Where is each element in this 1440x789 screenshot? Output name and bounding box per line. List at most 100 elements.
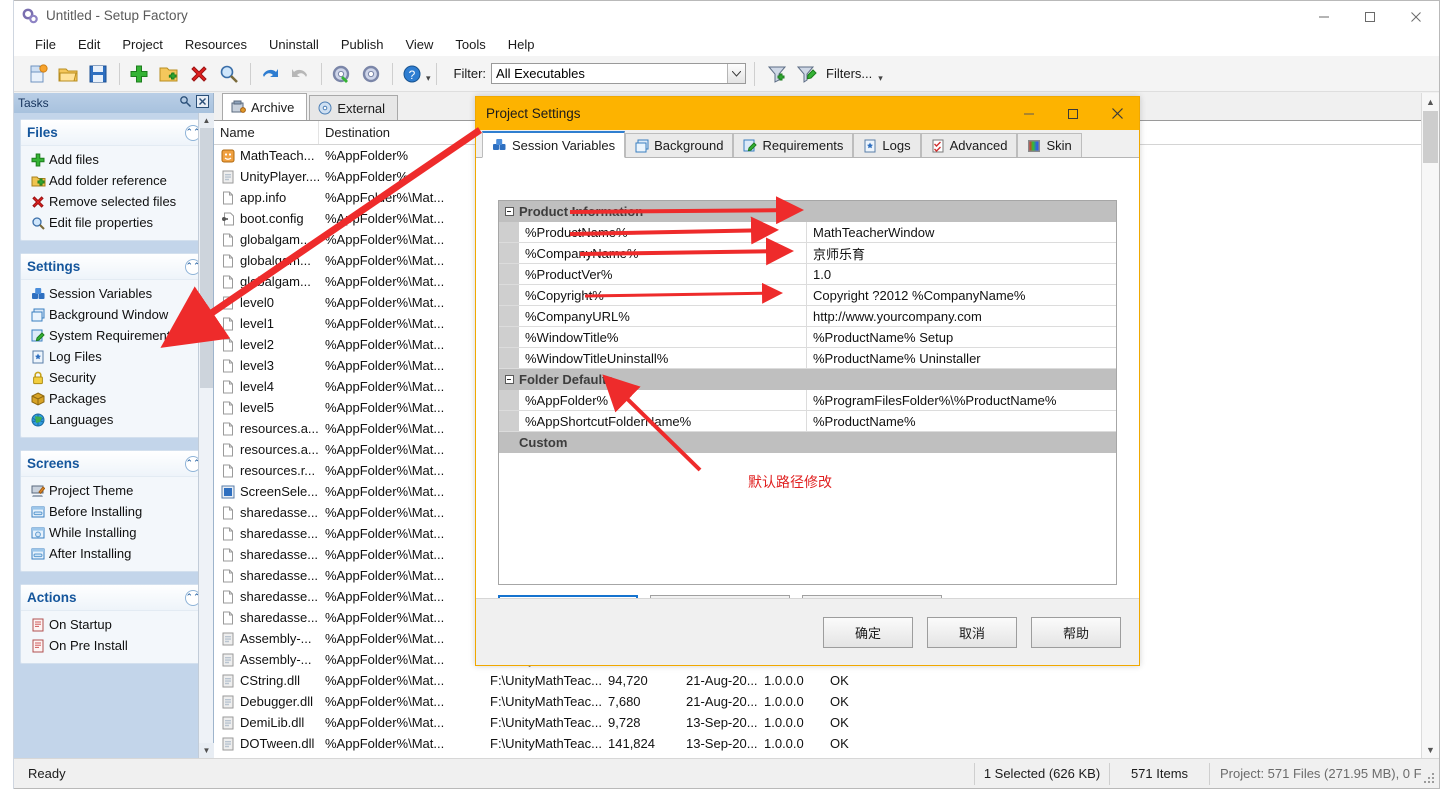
task-item-background-window[interactable]: Background Window <box>27 305 205 325</box>
task-group-screens-header[interactable]: Screens ⌃⌃ <box>21 451 207 477</box>
task-item-add-folder-reference[interactable]: Add folder reference <box>27 171 205 191</box>
variable-row[interactable]: %WindowTitle% %ProductName% Setup <box>499 327 1116 348</box>
variable-value[interactable]: 1.0 <box>807 264 1116 284</box>
main-vertical-scrollbar[interactable]: ▲ ▼ <box>1421 93 1439 758</box>
variable-group-header[interactable]: – Product Information <box>499 201 1116 222</box>
help-button[interactable]: 帮助 <box>1031 616 1121 648</box>
menu-resources[interactable]: Resources <box>174 34 258 55</box>
variable-value[interactable]: %ProductName% Setup <box>807 327 1116 347</box>
variable-row[interactable]: %ProductName% MathTeacherWindow <box>499 222 1116 243</box>
variable-row[interactable]: %WindowTitleUninstall% %ProductName% Unin… <box>499 348 1116 369</box>
task-item-on-startup[interactable]: On Startup <box>27 615 205 635</box>
tab-skin[interactable]: Skin <box>1017 133 1082 157</box>
window-close-button[interactable] <box>1393 1 1439 32</box>
task-item-while-installing[interactable]: While Installing <box>27 523 205 543</box>
dialog-close-button[interactable] <box>1095 97 1139 130</box>
variable-value[interactable]: %ProductName% <box>807 411 1116 431</box>
task-item-edit-file-properties[interactable]: Edit file properties <box>27 213 205 233</box>
close-icon[interactable] <box>196 95 209 111</box>
collapse-toggle-icon[interactable]: – <box>499 207 519 216</box>
task-group-files-header[interactable]: Files ⌃⌃ <box>21 120 207 146</box>
filter-combobox[interactable]: All Executables <box>491 63 747 84</box>
help-icon[interactable]: ? <box>398 60 426 88</box>
tab-logs[interactable]: Logs <box>853 133 921 157</box>
task-item-add-files[interactable]: Add files <box>27 150 205 170</box>
remove-icon[interactable] <box>185 60 213 88</box>
ok-button[interactable]: 确定 <box>823 616 913 648</box>
edit-filter-icon[interactable] <box>793 60 821 88</box>
window-minimize-button[interactable] <box>1301 1 1347 32</box>
menu-help[interactable]: Help <box>497 34 546 55</box>
variable-row[interactable]: %CompanyName% 京师乐育 <box>499 243 1116 264</box>
variable-row[interactable]: %AppFolder% %ProgramFilesFolder%\%Product… <box>499 390 1116 411</box>
redo-icon[interactable] <box>286 60 314 88</box>
scroll-thumb[interactable] <box>1423 111 1438 163</box>
filters-overflow-icon[interactable]: ▾ <box>878 73 883 84</box>
task-group-settings-header[interactable]: Settings ⌃⌃ <box>21 254 207 280</box>
scroll-thumb[interactable] <box>200 128 213 388</box>
task-item-security[interactable]: Security <box>27 368 205 388</box>
scroll-up-icon[interactable]: ▲ <box>199 113 214 128</box>
menu-uninstall[interactable]: Uninstall <box>258 34 330 55</box>
dialog-maximize-button[interactable] <box>1051 97 1095 130</box>
task-item-on-pre-install[interactable]: On Pre Install <box>27 636 205 656</box>
add-files-icon[interactable] <box>125 60 153 88</box>
variable-group-header[interactable]: – Folder Defaults <box>499 369 1116 390</box>
add-filter-icon[interactable] <box>763 60 791 88</box>
dialog-minimize-button[interactable] <box>1007 97 1051 130</box>
variable-value[interactable]: MathTeacherWindow <box>807 222 1116 242</box>
task-item-remove-selected-files[interactable]: Remove selected files <box>27 192 205 212</box>
variable-row[interactable]: %AppShortcutFolderName% %ProductName% <box>499 411 1116 432</box>
variable-value[interactable]: Copyright ?2012 %CompanyName% <box>807 285 1116 305</box>
search-icon[interactable] <box>215 60 243 88</box>
scroll-down-icon[interactable]: ▼ <box>199 743 214 758</box>
tab-session-variables[interactable]: Session Variables <box>482 131 626 158</box>
add-folder-icon[interactable] <box>155 60 183 88</box>
task-item-session-variables[interactable]: Session Variables <box>27 284 205 304</box>
task-item-after-installing[interactable]: After Installing <box>27 544 205 564</box>
menu-publish[interactable]: Publish <box>330 34 395 55</box>
column-header-destination[interactable]: Destination <box>319 121 484 144</box>
menu-tools[interactable]: Tools <box>444 34 496 55</box>
task-item-before-installing[interactable]: Before Installing <box>27 502 205 522</box>
variable-row[interactable]: %CompanyURL% http://www.yourcompany.com <box>499 306 1116 327</box>
table-row[interactable]: DOTween.dll %AppFolder%\Mat... F:\UnityMat… <box>214 733 1421 754</box>
save-project-icon[interactable] <box>84 60 112 88</box>
task-item-log-files[interactable]: Log Files <box>27 347 205 367</box>
build-icon[interactable] <box>327 60 355 88</box>
task-item-project-theme[interactable]: Project Theme <box>27 481 205 501</box>
resize-grip-icon[interactable] <box>1424 773 1436 785</box>
chevron-down-icon[interactable] <box>727 64 746 83</box>
tab-background[interactable]: Background <box>625 133 734 157</box>
window-maximize-button[interactable] <box>1347 1 1393 32</box>
scroll-down-icon[interactable]: ▼ <box>1422 741 1439 758</box>
tab-requirements[interactable]: Requirements <box>733 133 854 157</box>
cancel-button[interactable]: 取消 <box>927 616 1017 648</box>
toolbar-overflow-icon[interactable]: ▾ <box>426 73 431 84</box>
variable-value[interactable]: %ProductName% Uninstaller <box>807 348 1116 368</box>
variable-row[interactable]: %ProductVer% 1.0 <box>499 264 1116 285</box>
scroll-up-icon[interactable]: ▲ <box>1422 93 1439 110</box>
task-item-system-requirements[interactable]: System Requirements <box>27 326 205 346</box>
task-item-packages[interactable]: Packages <box>27 389 205 409</box>
menu-edit[interactable]: Edit <box>67 34 111 55</box>
table-row[interactable]: CString.dll %AppFolder%\Mat... F:\UnityMat… <box>214 670 1421 691</box>
menu-project[interactable]: Project <box>111 34 173 55</box>
variable-value[interactable]: 京师乐育 <box>807 243 1116 263</box>
variable-value[interactable]: %ProgramFilesFolder%\%ProductName% <box>807 390 1116 410</box>
tab-external[interactable]: External <box>309 95 399 120</box>
table-row[interactable]: Debugger.dll %AppFolder%\Mat... F:\UnityMa… <box>214 691 1421 712</box>
variable-row[interactable]: %Copyright% Copyright ?2012 %CompanyName% <box>499 285 1116 306</box>
tab-archive[interactable]: Archive <box>222 93 308 120</box>
task-item-languages[interactable]: Languages <box>27 410 205 430</box>
menu-view[interactable]: View <box>394 34 444 55</box>
tab-advanced[interactable]: Advanced <box>920 133 1018 157</box>
open-project-icon[interactable] <box>54 60 82 88</box>
settings-icon[interactable] <box>357 60 385 88</box>
variable-group-header[interactable]: Custom <box>499 432 1116 453</box>
collapse-toggle-icon[interactable]: – <box>499 375 519 384</box>
tasks-panel-scrollbar[interactable]: ▲ ▼ <box>198 113 214 758</box>
task-group-actions-header[interactable]: Actions ⌃⌃ <box>21 585 207 611</box>
table-row[interactable]: DemiLib.dll %AppFolder%\Mat... F:\UnityMat… <box>214 712 1421 733</box>
new-project-icon[interactable] <box>24 60 52 88</box>
